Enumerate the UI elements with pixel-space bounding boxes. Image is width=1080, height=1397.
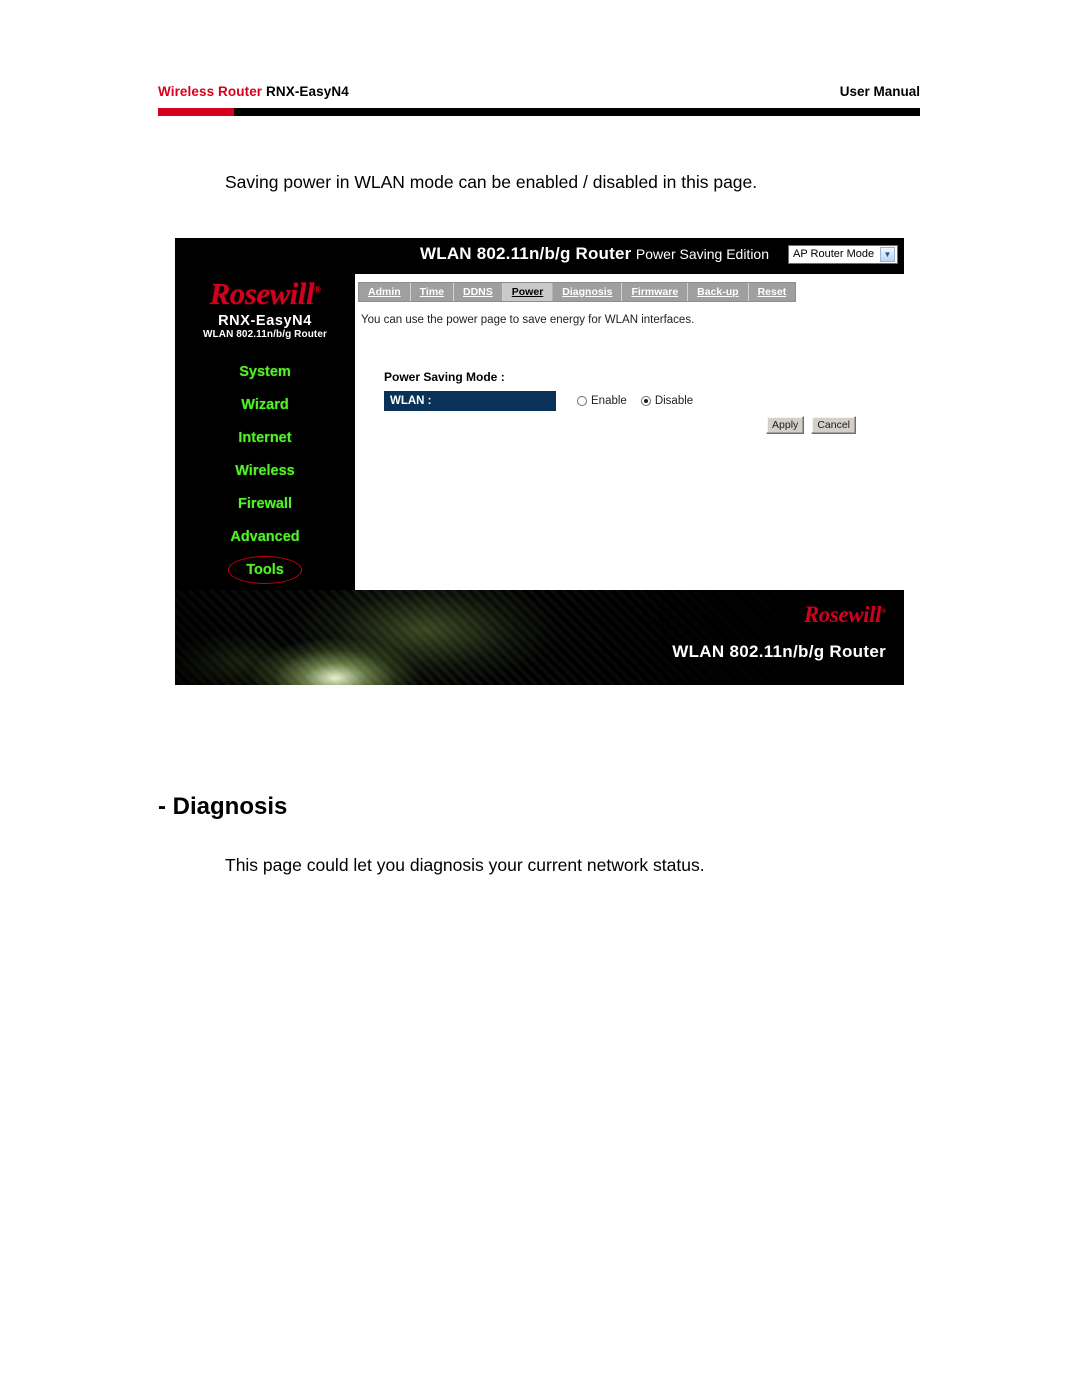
mode-select[interactable]: AP Router Mode ▼ xyxy=(788,245,898,264)
cancel-button[interactable]: Cancel xyxy=(811,416,856,434)
header-rule-red-segment xyxy=(158,108,234,116)
tab-label: Back-up xyxy=(697,286,739,298)
header-doc-type: User Manual xyxy=(839,83,920,99)
router-bottom-banner: Rosewill® WLAN 802.11n/b/g Router xyxy=(175,590,904,685)
sidebar-item-label: Wireless xyxy=(235,462,295,479)
header-model: RNX-EasyN4 xyxy=(266,83,349,99)
form-buttons: Apply Cancel xyxy=(766,416,856,434)
registered-mark-icon: ® xyxy=(314,284,321,295)
sidebar-item-label: Advanced xyxy=(230,528,300,545)
tab-label: DDNS xyxy=(463,286,493,298)
header-rule xyxy=(158,108,920,116)
header-product-type: Wireless Router xyxy=(158,83,263,99)
header-left-title: Wireless Router RNX-EasyN4 xyxy=(158,84,349,99)
sidebar-model-subtitle: WLAN 802.11n/b/g Router xyxy=(203,328,327,340)
page-description: You can use the power page to save energ… xyxy=(361,314,695,326)
tab-time[interactable]: Time xyxy=(411,283,454,301)
radio-label: Disable xyxy=(654,395,694,407)
diagnosis-paragraph: This page could let you diagnosis your c… xyxy=(225,855,705,875)
sidebar-item-label: Firewall xyxy=(238,495,292,512)
tab-label: Power xyxy=(511,286,544,298)
router-title-bold: WLAN 802.11n/b/g Router xyxy=(420,244,632,263)
banner-model-text: WLAN 802.11n/b/g Router xyxy=(672,642,886,661)
radio-enable[interactable]: Enable xyxy=(577,395,627,407)
wlan-field-row: WLAN : Enable Disable xyxy=(384,391,693,411)
radio-disable[interactable]: Disable xyxy=(640,395,694,407)
router-ui-screenshot: WLAN 802.11n/b/g Router Power Saving Edi… xyxy=(175,238,904,685)
router-content-area: Admin Time DDNS Power Diagnosis Firmware… xyxy=(355,274,904,590)
tab-label: Firmware xyxy=(631,286,679,298)
chevron-down-icon: ▼ xyxy=(880,247,895,262)
radio-label: Enable xyxy=(591,395,627,407)
mode-select-value: AP Router Mode xyxy=(793,248,875,260)
router-topbar: WLAN 802.11n/b/g Router Power Saving Edi… xyxy=(175,238,904,274)
router-title-edition: Power Saving Edition xyxy=(635,246,769,262)
sidebar-item-tools[interactable]: Tools xyxy=(175,554,355,587)
banner-logo-text: Rosewill xyxy=(803,602,882,627)
tab-label: Time xyxy=(419,286,444,298)
sidebar-item-wizard[interactable]: Wizard xyxy=(175,389,355,422)
sidebar-item-advanced[interactable]: Advanced xyxy=(175,521,355,554)
tab-reset[interactable]: Reset xyxy=(749,283,796,301)
tab-ddns[interactable]: DDNS xyxy=(454,283,503,301)
rosewill-logo-text: Rosewill xyxy=(209,276,315,311)
tab-label: Admin xyxy=(368,286,401,298)
wlan-field-label: WLAN : xyxy=(384,391,556,411)
apply-button[interactable]: Apply xyxy=(766,416,805,434)
tab-backup[interactable]: Back-up xyxy=(688,283,749,301)
router-sidebar: Rosewill® RNX-EasyN4 WLAN 802.11n/b/g Ro… xyxy=(175,274,355,590)
sidebar-item-system[interactable]: System xyxy=(175,356,355,389)
sidebar-item-label: Internet xyxy=(238,429,292,446)
sidebar-item-firewall[interactable]: Firewall xyxy=(175,488,355,521)
header-rule-black-segment xyxy=(234,108,920,116)
radio-button-icon xyxy=(577,396,587,406)
page-title: - Diagnosis xyxy=(158,793,288,820)
sidebar-item-internet[interactable]: Internet xyxy=(175,422,355,455)
banner-fade-overlay xyxy=(175,590,904,685)
sidebar-menu: System Wizard Internet Wireless Firewall… xyxy=(175,356,355,587)
sidebar-model-name: RNX-EasyN4 xyxy=(218,312,312,329)
tab-firmware[interactable]: Firmware xyxy=(622,283,689,301)
sidebar-item-wireless[interactable]: Wireless xyxy=(175,455,355,488)
sidebar-item-label: Wizard xyxy=(241,396,289,413)
router-title: WLAN 802.11n/b/g Router Power Saving Edi… xyxy=(420,244,769,264)
tab-diagnosis[interactable]: Diagnosis xyxy=(553,283,623,301)
power-saving-radio-group: Enable Disable xyxy=(577,395,693,407)
document-header: Wireless Router RNX-EasyN4 User Manual xyxy=(158,80,920,102)
sidebar-item-label: System xyxy=(239,363,291,380)
tab-label: Diagnosis xyxy=(562,286,613,298)
router-tabbar: Admin Time DDNS Power Diagnosis Firmware… xyxy=(358,282,797,302)
tab-power[interactable]: Power xyxy=(502,283,554,301)
banner-rosewill-logo: Rosewill® xyxy=(803,602,887,628)
annotation-oval-highlight xyxy=(228,556,302,585)
intro-paragraph: Saving power in WLAN mode can be enabled… xyxy=(225,172,758,192)
power-saving-mode-label: Power Saving Mode : xyxy=(384,370,505,384)
tab-label: Reset xyxy=(757,286,787,298)
tab-admin[interactable]: Admin xyxy=(359,283,411,301)
registered-mark-icon: ® xyxy=(881,607,886,616)
rosewill-logo: Rosewill® xyxy=(175,276,355,311)
manual-page: Wireless Router RNX-EasyN4 User Manual S… xyxy=(0,0,1080,1397)
radio-button-icon xyxy=(640,396,651,406)
